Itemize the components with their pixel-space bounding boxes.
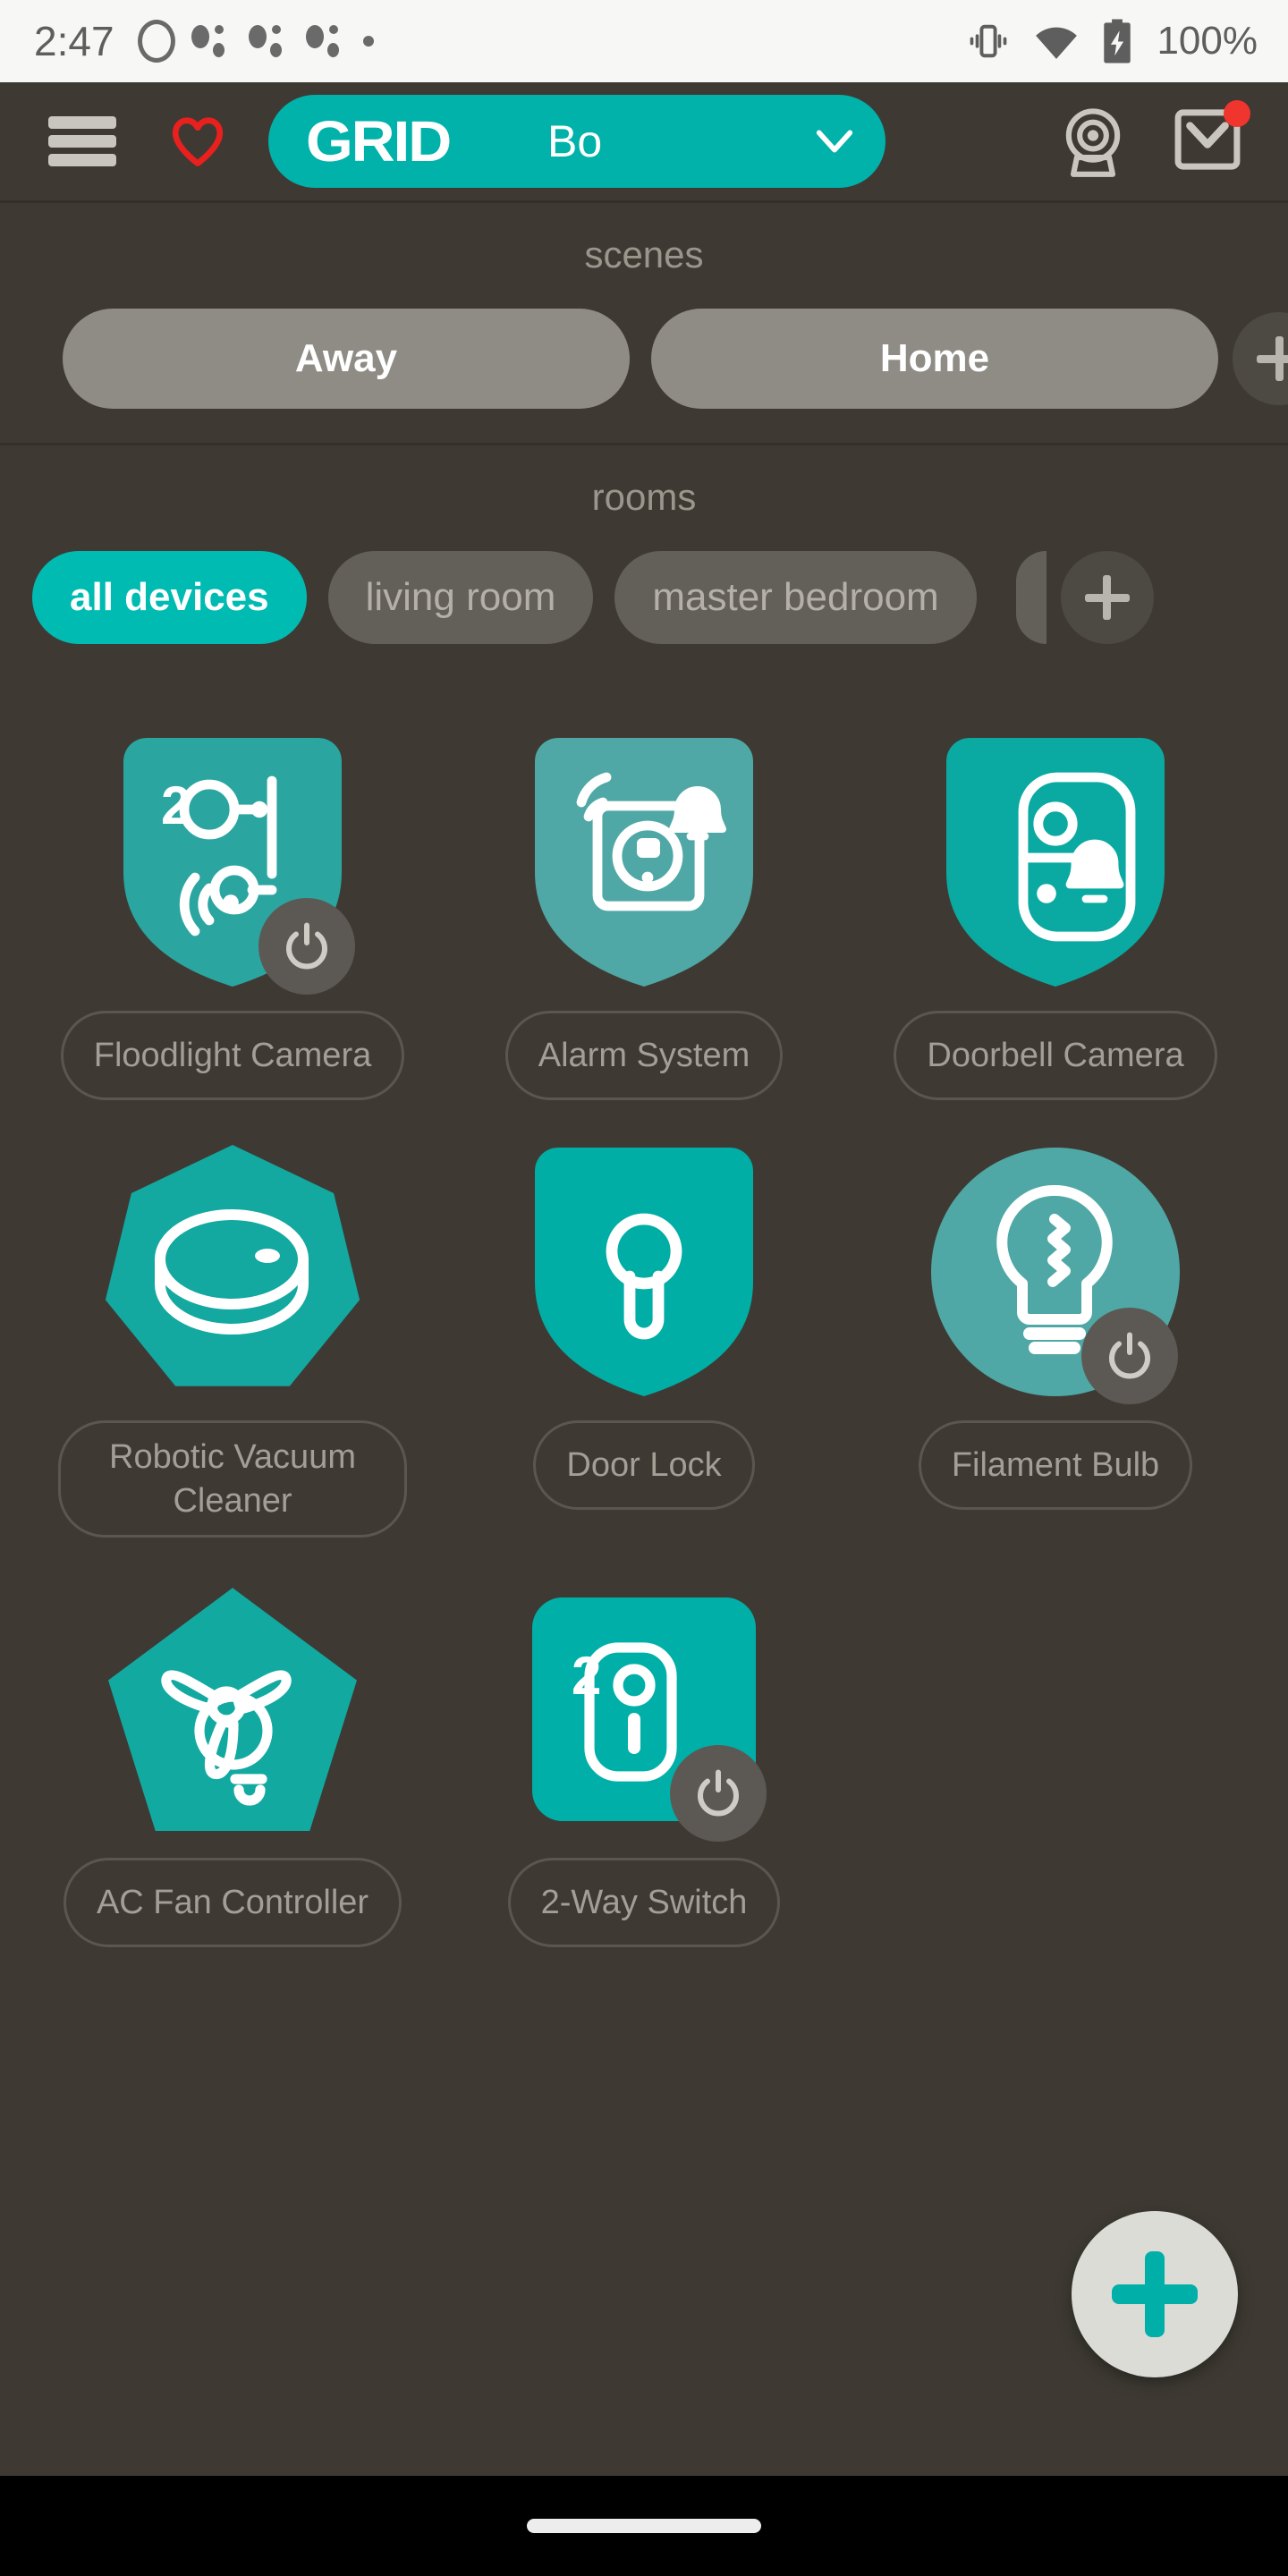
notification-dots-icon xyxy=(191,20,233,63)
small-dot-icon xyxy=(362,36,374,47)
heart-icon[interactable] xyxy=(166,110,229,173)
door-lock-icon[interactable] xyxy=(535,1148,753,1396)
device-icon-wrap[interactable] xyxy=(76,1575,389,1843)
fan-bulb-glyph xyxy=(161,1670,292,1806)
device-icon-wrap[interactable]: 2 xyxy=(76,728,389,996)
device-label[interactable]: Door Lock xyxy=(533,1420,755,1510)
notification-dots-icon xyxy=(305,20,347,63)
app-bar: GRID Bo xyxy=(0,82,1288,200)
device-icon-wrap[interactable] xyxy=(76,1138,389,1406)
mail-button[interactable] xyxy=(1170,99,1250,180)
rooms-section: rooms all devices living room master bed… xyxy=(0,445,1288,678)
wifi-icon xyxy=(1036,27,1078,59)
power-toggle-button[interactable] xyxy=(258,898,355,995)
app-screen: 2:47 100% GRID Bo scenes Away Home rooms… xyxy=(0,0,1288,2576)
chevron-down-icon[interactable] xyxy=(814,121,855,162)
status-time: 2:47 xyxy=(34,18,114,64)
add-room-button[interactable] xyxy=(1060,551,1154,644)
add-device-fab[interactable] xyxy=(1072,2211,1238,2377)
device-card-ac-fan-controller[interactable]: AC Fan Controller xyxy=(27,1575,438,1985)
scenes-section: scenes Away Home xyxy=(0,203,1288,443)
fan-bulb-icon[interactable] xyxy=(108,1588,357,1832)
power-icon xyxy=(286,922,327,970)
device-icon-wrap[interactable] xyxy=(899,1138,1212,1406)
camera-icon[interactable] xyxy=(1057,104,1129,179)
device-icon-wrap[interactable] xyxy=(899,728,1212,996)
status-bar: 2:47 100% xyxy=(0,0,1288,82)
alarm-system-glyph xyxy=(535,738,753,987)
svg-text:2: 2 xyxy=(572,1646,601,1706)
vibrate-icon xyxy=(970,24,1007,58)
device-card-alarm-system[interactable]: Alarm System xyxy=(438,728,850,1138)
system-navigation-bar xyxy=(0,2476,1288,2576)
device-icon-wrap[interactable] xyxy=(487,728,801,996)
robot-vacuum-glyph xyxy=(155,1209,309,1335)
power-toggle-button[interactable] xyxy=(670,1745,767,1843)
app-bar-actions xyxy=(1057,99,1258,180)
device-label[interactable]: Robotic Vacuum Cleaner xyxy=(58,1420,407,1538)
room-chip-overflow[interactable] xyxy=(1015,551,1046,644)
device-card-robotic-vacuum-cleaner[interactable]: Robotic Vacuum Cleaner xyxy=(27,1138,438,1575)
doorbell-camera-icon[interactable] xyxy=(946,738,1165,987)
device-icon-wrap[interactable]: 2 xyxy=(487,1575,801,1843)
hamburger-menu-icon[interactable] xyxy=(48,116,116,166)
room-chip-living-room[interactable]: living room xyxy=(327,551,594,644)
device-label[interactable]: Filament Bulb xyxy=(918,1420,1193,1510)
battery-charging-icon xyxy=(1104,19,1131,64)
device-label[interactable]: 2-Way Switch xyxy=(507,1858,781,1948)
scene-chip-away[interactable]: Away xyxy=(63,309,630,409)
scenes-chip-row[interactable]: Away Home xyxy=(0,276,1288,443)
device-label[interactable]: Alarm System xyxy=(504,1011,784,1100)
mail-unread-badge xyxy=(1224,99,1250,127)
battery-percent: 100% xyxy=(1157,19,1258,63)
power-toggle-button[interactable] xyxy=(1081,1308,1178,1404)
gesture-handle[interactable] xyxy=(527,2519,761,2533)
status-notification-icons xyxy=(137,20,374,63)
device-card-2-way-switch[interactable]: 2 2-Way Switch xyxy=(438,1575,850,1985)
device-icon-wrap[interactable] xyxy=(487,1138,801,1406)
plus-icon xyxy=(1257,336,1288,381)
heart-icon-glyph xyxy=(172,117,224,166)
device-card-filament-bulb[interactable]: Filament Bulb xyxy=(850,1138,1261,1575)
device-label[interactable]: Doorbell Camera xyxy=(894,1011,1217,1100)
device-label[interactable]: AC Fan Controller xyxy=(63,1858,402,1948)
rooms-title: rooms xyxy=(591,476,697,518)
plus-icon xyxy=(1084,575,1130,620)
robot-vacuum-icon[interactable] xyxy=(105,1145,360,1386)
brand-account-selector[interactable]: GRID Bo xyxy=(268,95,886,188)
circle-outline-icon xyxy=(137,20,175,63)
power-icon xyxy=(1109,1332,1150,1379)
account-name: Bo xyxy=(547,116,603,166)
device-card-door-lock[interactable]: Door Lock xyxy=(438,1138,850,1575)
power-icon xyxy=(698,1769,739,1817)
room-chip-master-bedroom[interactable]: master bedroom xyxy=(614,551,977,644)
status-system-icons: 100% xyxy=(965,17,1258,65)
device-label[interactable]: Floodlight Camera xyxy=(60,1011,405,1100)
door-lock-glyph xyxy=(535,1148,753,1396)
doorbell-camera-glyph xyxy=(946,738,1165,987)
device-card-floodlight-camera[interactable]: 2 Floodlight Camera xyxy=(27,728,438,1138)
svg-text:2: 2 xyxy=(161,775,191,835)
alarm-system-icon[interactable] xyxy=(535,738,753,987)
plus-icon xyxy=(1112,2251,1198,2337)
scene-chip-home[interactable]: Home xyxy=(651,309,1218,409)
scenes-title: scenes xyxy=(584,233,704,275)
device-card-doorbell-camera[interactable]: Doorbell Camera xyxy=(850,728,1261,1138)
device-grid: 2 Floodlight Camera Alarm System Doorbel… xyxy=(0,678,1288,1985)
chevron-down-glyph xyxy=(816,130,853,153)
brand-logo: GRID xyxy=(306,109,452,174)
add-scene-button[interactable] xyxy=(1233,312,1288,405)
rooms-chip-row[interactable]: all devices living room master bedroom xyxy=(0,519,1288,678)
notification-dots-icon xyxy=(248,20,290,63)
room-chip-all-devices[interactable]: all devices xyxy=(32,551,307,644)
